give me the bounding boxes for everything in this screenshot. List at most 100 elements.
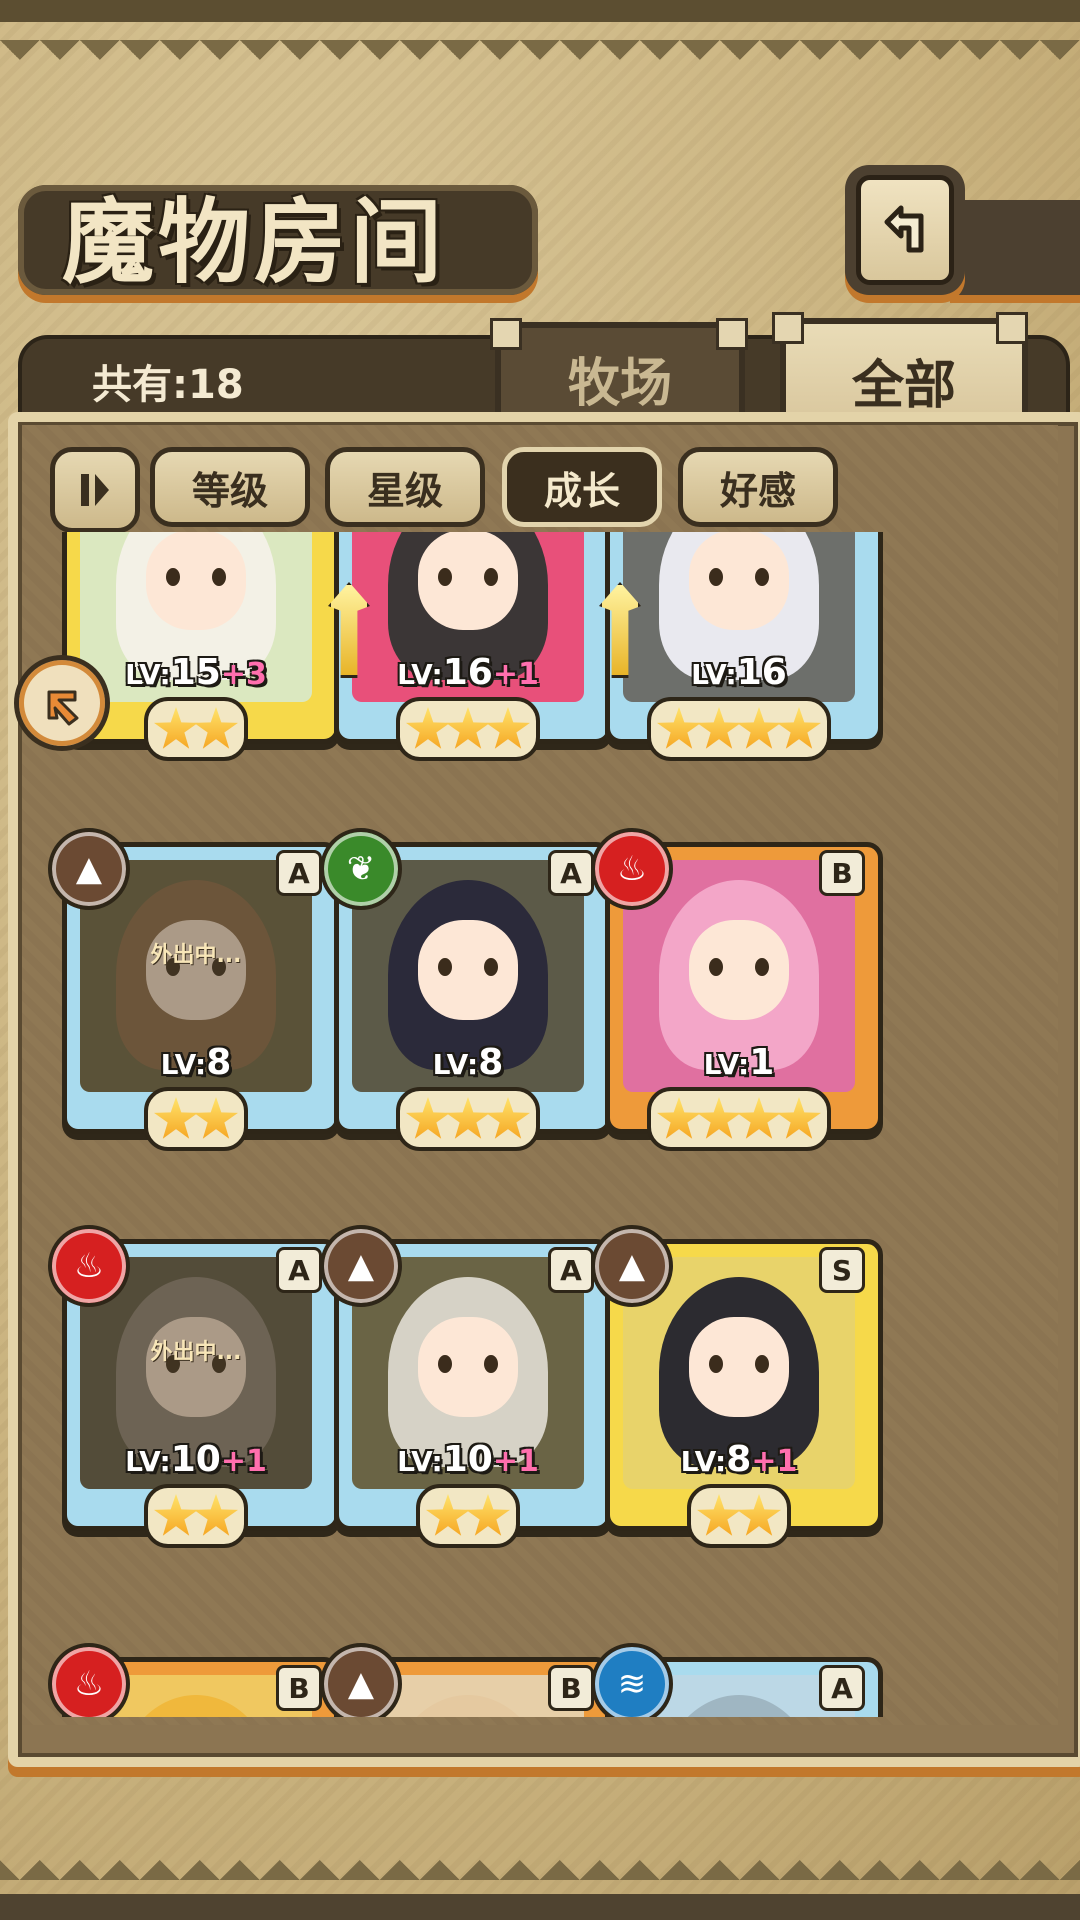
level-bonus: +1 xyxy=(492,657,539,692)
monster-card[interactable]: B ♨ xyxy=(48,1643,340,1717)
star-icon xyxy=(154,707,198,749)
monster-eye xyxy=(484,1355,498,1373)
monster-hair xyxy=(388,1695,548,1717)
star-rating xyxy=(62,1484,330,1548)
monster-eye xyxy=(755,568,769,586)
level-value: 16 xyxy=(736,652,787,693)
monster-card[interactable]: 外出中... LV:8 A ▲ xyxy=(48,828,340,1151)
monster-eye xyxy=(438,568,452,586)
monster-card[interactable]: A ≋ xyxy=(591,1643,883,1717)
monster-eye xyxy=(166,568,180,586)
star-tray xyxy=(144,697,248,761)
star-tray xyxy=(396,1087,540,1151)
rank-badge: B xyxy=(276,1665,322,1711)
level-value: 1 xyxy=(749,1042,775,1083)
monster-eye xyxy=(484,568,498,586)
star-rating xyxy=(605,1087,873,1151)
monster-card[interactable]: LV:8+1 S ▲ xyxy=(591,1225,883,1548)
filter-level-button[interactable]: 等级 xyxy=(150,447,310,527)
star-rating xyxy=(334,1484,602,1548)
star-icon xyxy=(194,1494,238,1536)
star-icon xyxy=(777,707,821,749)
away-status: 外出中... xyxy=(150,1340,242,1365)
star-icon xyxy=(194,1097,238,1139)
monster-eye xyxy=(484,958,498,976)
monster-eye xyxy=(755,958,769,976)
monster-face xyxy=(418,1317,518,1417)
earth-element-icon: ▲ xyxy=(591,1225,673,1307)
star-tray xyxy=(647,1087,831,1151)
star-icon xyxy=(657,1097,701,1139)
star-icon xyxy=(697,707,741,749)
monster-card[interactable]: LV:10+1 A ▲ xyxy=(320,1225,612,1548)
monster-eye xyxy=(709,1355,723,1373)
star-tray xyxy=(396,697,540,761)
bottom-border xyxy=(0,1850,1080,1920)
star-icon xyxy=(446,707,490,749)
level-prefix: LV: xyxy=(397,1445,443,1478)
star-icon xyxy=(657,707,701,749)
monster-card[interactable]: LV:8 A ❦ xyxy=(320,828,612,1151)
star-rating xyxy=(334,697,602,761)
monster-eye xyxy=(709,958,723,976)
monster-face xyxy=(689,1317,789,1417)
rank-badge: A xyxy=(819,1665,865,1711)
rank-badge: A xyxy=(276,850,322,896)
rank-badge: B xyxy=(548,1665,594,1711)
monster-card[interactable]: LV:1 B ♨ xyxy=(591,828,883,1151)
monster-level: LV:1 xyxy=(605,1042,873,1083)
star-icon xyxy=(737,1494,781,1536)
back-button[interactable] xyxy=(845,165,965,295)
monster-card[interactable]: LV:16+1 xyxy=(328,532,612,761)
earth-element-icon: ▲ xyxy=(48,828,130,910)
monster-face xyxy=(689,532,789,630)
star-tray xyxy=(144,1484,248,1548)
level-prefix: LV: xyxy=(125,1445,171,1478)
monster-count: 共有:18 xyxy=(92,362,244,408)
filter-star-button[interactable]: 星级 xyxy=(325,447,485,527)
tab-corner xyxy=(716,318,748,350)
star-tray xyxy=(416,1484,520,1548)
filter-affection-button[interactable]: 好感 xyxy=(678,447,838,527)
nature-element-icon: ❦ xyxy=(320,828,402,910)
star-icon xyxy=(486,1097,530,1139)
star-rating xyxy=(62,1087,330,1151)
fire-element-icon: ♨ xyxy=(48,1225,130,1307)
back-strip xyxy=(950,200,1080,295)
level-value: 10 xyxy=(442,1439,493,1480)
star-icon xyxy=(737,707,781,749)
back-arrow-icon xyxy=(856,175,954,285)
monster-card[interactable]: B ▲ xyxy=(320,1643,612,1717)
star-rating xyxy=(605,697,873,761)
monster-hair xyxy=(659,1695,819,1717)
monster-face xyxy=(146,532,246,630)
sort-toggle-button[interactable] xyxy=(50,447,140,533)
star-rating xyxy=(605,1484,873,1548)
rank-badge: A xyxy=(276,1247,322,1293)
level-value: 16 xyxy=(442,652,493,693)
monster-level: LV:16 xyxy=(605,652,873,693)
monster-level: LV:10+1 xyxy=(334,1439,602,1480)
star-icon xyxy=(446,1097,490,1139)
star-tray xyxy=(647,697,831,761)
level-prefix: LV: xyxy=(397,658,443,691)
level-bonus: +1 xyxy=(751,1444,798,1479)
level-bonus: +1 xyxy=(220,1444,267,1479)
filter-growth-button[interactable]: 成长 xyxy=(502,447,662,527)
rank-badge: S xyxy=(819,1247,865,1293)
monster-level: LV:8+1 xyxy=(605,1439,873,1480)
top-border xyxy=(0,0,1080,60)
star-tray xyxy=(144,1087,248,1151)
star-icon xyxy=(194,707,238,749)
monster-grid[interactable]: LV:15+3 LV:16+1 LV:16 外出中... LV:8 A ▲ LV:8 A ❦ LV:… xyxy=(42,532,1042,1717)
monster-level: LV:8 xyxy=(334,1042,602,1083)
fire-element-icon: ♨ xyxy=(591,828,673,910)
scroll-side-button[interactable] xyxy=(14,655,110,751)
level-prefix: LV: xyxy=(703,1048,750,1081)
monster-card[interactable]: 外出中... LV:10+1 A ♨ xyxy=(48,1225,340,1548)
monster-face xyxy=(689,920,789,1020)
earth-element-icon: ▲ xyxy=(320,1225,402,1307)
level-bonus: +1 xyxy=(492,1444,539,1479)
level-prefix: LV: xyxy=(680,1445,727,1478)
monster-card[interactable]: LV:16 xyxy=(599,532,883,761)
